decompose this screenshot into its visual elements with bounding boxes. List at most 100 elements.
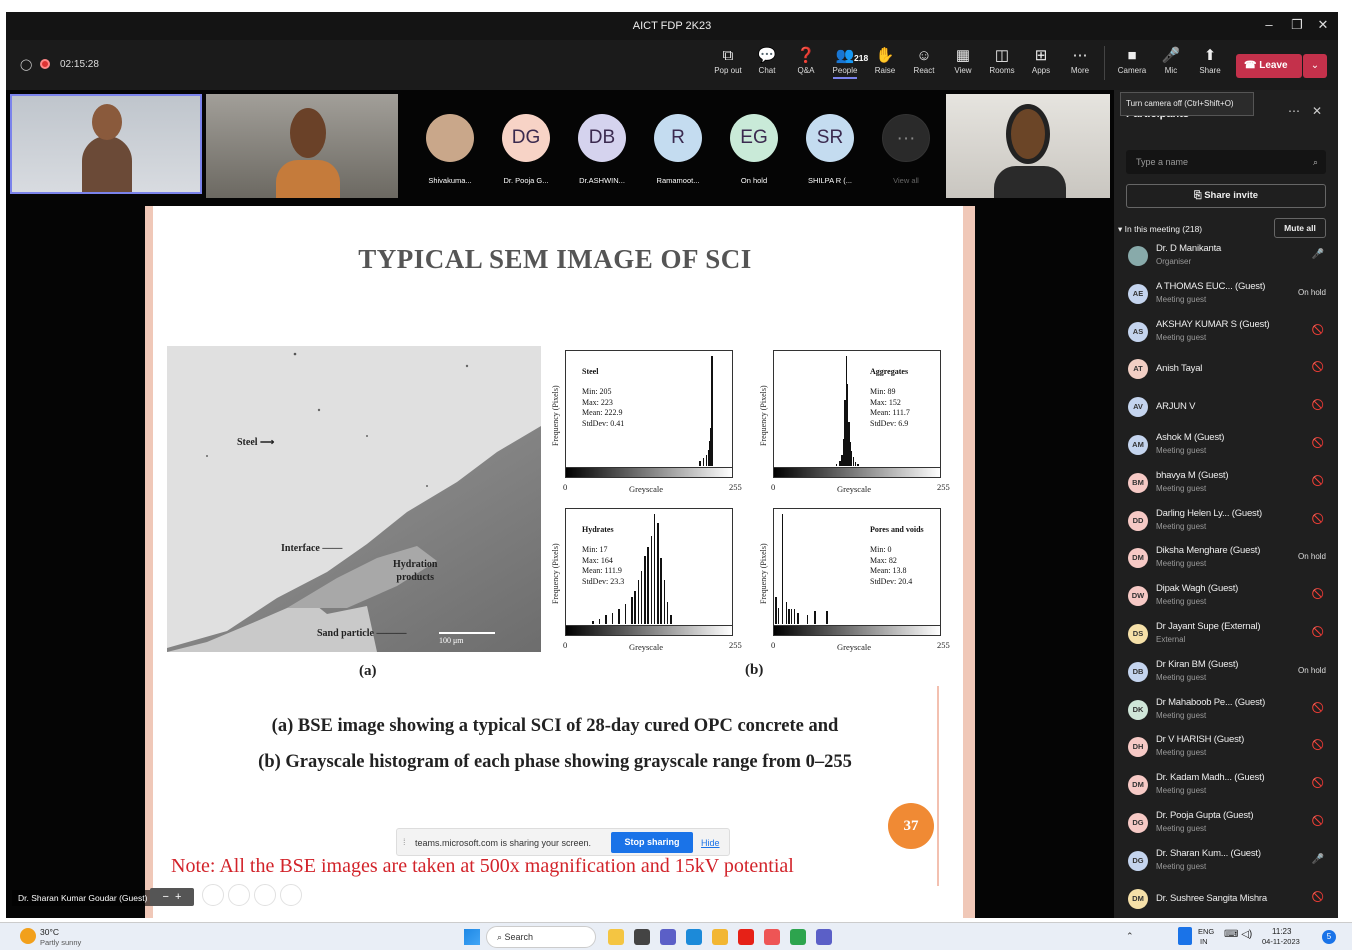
folder-icon[interactable] — [712, 929, 728, 945]
qa-icon: ❓ — [796, 47, 816, 64]
share-button[interactable]: ⬆ Share — [1192, 46, 1228, 75]
participant-row[interactable]: AT Anish Tayal 🚫 — [1114, 351, 1338, 389]
leave-button[interactable]: ☎ Leave — [1236, 54, 1302, 78]
mic-muted-icon[interactable]: 🚫 — [1312, 740, 1324, 751]
participant-row[interactable]: DM Dr. Kadam Madh... (Guest) Meeting guest… — [1114, 767, 1338, 805]
mic-muted-icon[interactable]: 🚫 — [1312, 589, 1324, 600]
notification-badge[interactable]: 5 — [1322, 930, 1336, 944]
toolbar-chat-button[interactable]: 💬 Chat — [749, 46, 785, 75]
avatar: AV — [1128, 397, 1148, 418]
tray-app-icon[interactable] — [1178, 927, 1192, 945]
toolbar-react-button[interactable]: ☺ React — [906, 46, 942, 75]
mic-on-icon[interactable]: 🎤 — [1312, 854, 1324, 865]
participant-row[interactable]: DS Dr Jayant Supe (External) External 🚫 — [1114, 616, 1338, 654]
avatar: DG — [1128, 850, 1148, 871]
mic-muted-icon[interactable]: 🚫 — [1312, 703, 1324, 714]
mic-muted-icon[interactable]: 🚫 — [1312, 476, 1324, 487]
mic-button[interactable]: 🎤 Mic — [1153, 46, 1189, 75]
greyscale-bar — [566, 625, 732, 635]
mute-all-button[interactable]: Mute all — [1274, 218, 1326, 238]
participant-row[interactable]: AE A THOMAS EUC... (Guest) Meeting guest On… — [1114, 276, 1338, 314]
language-indicator[interactable]: ENG — [1198, 927, 1214, 936]
mic-muted-icon[interactable]: 🚫 — [1312, 325, 1324, 336]
close-panel-icon[interactable]: ✕ — [1312, 104, 1322, 118]
toolbar-apps-button[interactable]: ⊞ Apps — [1023, 46, 1059, 75]
video-tile-3[interactable] — [946, 94, 1110, 198]
participant-name: Dr. Sharan Kum... (Guest) — [1156, 847, 1261, 859]
mic-muted-icon[interactable]: 🚫 — [1312, 438, 1324, 449]
clock-time[interactable]: 11:23 — [1272, 927, 1291, 936]
zoom-controls[interactable]: − + — [150, 888, 194, 906]
toolbar-pop-out-button[interactable]: ⧉ Pop out — [710, 46, 746, 75]
participant-tile[interactable]: SR SHILPA R (... — [798, 94, 862, 198]
hide-link[interactable]: Hide — [701, 838, 720, 848]
participant-row[interactable]: AM Ashok M (Guest) Meeting guest 🚫 — [1114, 427, 1338, 465]
participant-row[interactable]: DH Dr V HARISH (Guest) Meeting guest 🚫 — [1114, 729, 1338, 767]
clock-date[interactable]: 04-11-2023 — [1262, 937, 1300, 946]
mic-muted-icon[interactable]: 🚫 — [1312, 362, 1324, 373]
mic-muted-icon[interactable]: 🚫 — [1312, 892, 1324, 903]
network-volume-icon[interactable]: ⌨ ◁) — [1224, 929, 1252, 940]
toolbar-raise-button[interactable]: ✋ Raise — [867, 46, 903, 75]
participant-tile[interactable]: DB Dr.ASHWIN... — [570, 94, 634, 198]
mic-muted-icon[interactable]: 🚫 — [1312, 627, 1324, 638]
search-input[interactable]: Type a name ⌕ — [1126, 150, 1326, 174]
participant-tile[interactable]: ··· View all — [874, 94, 938, 198]
participant-tile[interactable]: EG On hold — [722, 94, 786, 198]
x-tick-255: 255 — [937, 482, 950, 492]
weather-icon[interactable] — [20, 928, 36, 944]
participant-row[interactable]: DD Darling Helen Ly... (Guest) Meeting gue… — [1114, 503, 1338, 541]
drag-handle-icon[interactable]: ⁞ — [403, 837, 406, 847]
mic-muted-icon[interactable]: 🚫 — [1312, 400, 1324, 411]
participant-row[interactable]: AV ARJUN V 🚫 — [1114, 389, 1338, 427]
video-tile-self[interactable] — [10, 94, 202, 194]
mic-muted-icon[interactable]: 🚫 — [1312, 778, 1324, 789]
taskbar-search[interactable]: ⌕ Search — [486, 926, 596, 948]
edge-icon[interactable] — [686, 929, 702, 945]
participant-row[interactable]: DG Dr. Sharan Kum... (Guest) Meeting guest… — [1114, 843, 1338, 881]
teams-icon[interactable] — [816, 929, 832, 945]
mic-muted-icon[interactable]: 🚫 — [1312, 514, 1324, 525]
video-tile-2[interactable] — [206, 94, 398, 198]
participant-tile[interactable]: R Ramamoot... — [646, 94, 710, 198]
camera-button[interactable]: ■ Camera — [1114, 46, 1150, 75]
mic-on-icon[interactable]: 🎤 — [1312, 249, 1324, 260]
toolbar-view-button[interactable]: ▦ View — [945, 46, 981, 75]
participant-row[interactable]: DK Dr Mahaboob Pe... (Guest) Meeting guest… — [1114, 692, 1338, 730]
toolbar-q-a-button[interactable]: ❓ Q&A — [788, 46, 824, 75]
x-axis-label: Greyscale — [629, 642, 663, 652]
close-button[interactable]: ✕ — [1314, 17, 1332, 33]
mic-muted-icon[interactable]: 🚫 — [1312, 816, 1324, 827]
minimize-button[interactable]: – — [1260, 17, 1278, 32]
participant-row[interactable]: AS AKSHAY KUMAR S (Guest) Meeting guest 🚫 — [1114, 314, 1338, 352]
participant-row[interactable]: Dr. D Manikanta Organiser 🎤 — [1114, 238, 1338, 276]
more-options-icon[interactable]: ⋯ — [1288, 104, 1300, 118]
file-explorer-icon[interactable] — [608, 929, 624, 945]
participant-row[interactable]: DG Dr. Pooja Gupta (Guest) Meeting guest 🚫 — [1114, 805, 1338, 843]
youtube-icon[interactable] — [738, 929, 754, 945]
maximize-button[interactable]: ❐ — [1288, 17, 1306, 33]
annotation-toolbar[interactable] — [202, 884, 332, 910]
participant-tile[interactable]: DG Dr. Pooja G... — [494, 94, 558, 198]
windows-start-icon[interactable] — [464, 929, 480, 945]
participant-tile[interactable]: Shivakuma... — [418, 94, 482, 198]
participant-role: Meeting guest — [1156, 672, 1207, 682]
participant-row[interactable]: DB Dr Kiran BM (Guest) Meeting guest On hol… — [1114, 654, 1338, 692]
chrome-icon[interactable] — [790, 929, 806, 945]
widgets-icon[interactable] — [634, 929, 650, 945]
meeting-section-header[interactable]: ▾ In this meeting (218) — [1118, 224, 1202, 235]
toolbar-rooms-button[interactable]: ◫ Rooms — [984, 46, 1020, 75]
chat-app-icon[interactable] — [660, 929, 676, 945]
toolbar-more-button[interactable]: ⋯ More — [1062, 46, 1098, 75]
participant-row[interactable]: DM Diksha Menghare (Guest) Meeting guest On… — [1114, 540, 1338, 578]
stop-sharing-button[interactable]: Stop sharing — [611, 832, 693, 853]
participant-row[interactable]: DW Dipak Wagh (Guest) Meeting guest 🚫 — [1114, 578, 1338, 616]
leave-options-button[interactable]: ⌄ — [1303, 54, 1327, 78]
participant-row[interactable]: BM bhavya M (Guest) Meeting guest 🚫 — [1114, 465, 1338, 503]
tray-chevron-icon[interactable]: ⌃ — [1126, 931, 1134, 942]
photos-icon[interactable] — [764, 929, 780, 945]
participant-row[interactable]: DM Dr. Sushree Sangita Mishra 🚫 — [1114, 881, 1338, 918]
avatar — [426, 114, 474, 162]
participant-name: On hold — [740, 176, 768, 185]
share-invite-button[interactable]: ⎘ Share invite — [1126, 184, 1326, 208]
